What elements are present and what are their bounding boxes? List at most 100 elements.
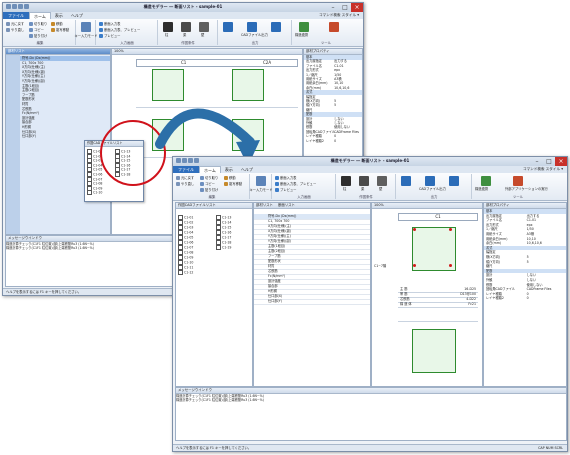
- cut-button[interactable]: 切り取り: [29, 22, 47, 26]
- column-section-c1-lower[interactable]: [412, 329, 456, 373]
- external-app-icon[interactable]: [329, 22, 339, 32]
- checkbox-icon[interactable]: [178, 235, 183, 240]
- menu-file[interactable]: ファイル: [173, 166, 199, 173]
- cad-file-item[interactable]: C1-14: [216, 220, 252, 225]
- checkbox-icon[interactable]: [216, 215, 221, 220]
- tab-member-list[interactable]: 部材リスト: [256, 203, 273, 208]
- cad-file-item[interactable]: C1-10: [87, 190, 115, 195]
- preview-button[interactable]: プレビュー: [99, 34, 120, 38]
- move-button[interactable]: 移動: [51, 22, 63, 26]
- menu-help[interactable]: ヘルプ: [67, 12, 87, 19]
- menu-help[interactable]: ヘルプ: [237, 166, 257, 173]
- minimize-icon[interactable]: –: [327, 3, 339, 12]
- cad-file-item[interactable]: C1-11: [178, 265, 214, 270]
- close-icon[interactable]: ×: [555, 157, 567, 166]
- copy-button[interactable]: コピー: [29, 28, 44, 32]
- cad-file-item[interactable]: C1-16: [216, 230, 252, 235]
- cad-file-item[interactable]: C1-17: [216, 235, 252, 240]
- tree-row[interactable]: 仕口部(Y): [20, 134, 110, 139]
- maximize-icon[interactable]: □: [339, 3, 351, 12]
- cad-file-icon[interactable]: [425, 176, 435, 186]
- checkbox-icon[interactable]: [178, 240, 183, 245]
- checkbox-icon[interactable]: [216, 245, 221, 250]
- input-table-button[interactable]: 断面入力表: [275, 176, 296, 180]
- window-controls[interactable]: – □ ×: [531, 157, 567, 166]
- wall-icon[interactable]: [199, 22, 209, 32]
- undo-button[interactable]: 元に戻す: [6, 22, 24, 26]
- checkbox-icon[interactable]: [178, 225, 183, 230]
- table-row[interactable]: 仕口部(Y): [254, 299, 370, 305]
- checkbox-icon[interactable]: [87, 190, 92, 195]
- checkbox-icon[interactable]: [216, 235, 221, 240]
- checkbox-icon[interactable]: [178, 260, 183, 265]
- cad-file-item[interactable]: C1-09: [178, 255, 214, 260]
- checkbox-icon[interactable]: [178, 265, 183, 270]
- checkbox-icon[interactable]: [178, 250, 183, 255]
- cad-file-item[interactable]: C1-13: [216, 215, 252, 220]
- preview-button[interactable]: プレビュー: [275, 188, 296, 192]
- menu-view[interactable]: 表示: [221, 166, 237, 173]
- input-list-preview-button[interactable]: 断面入力表、プレビュー: [275, 182, 316, 186]
- copy-move-button[interactable]: 複写移動: [51, 28, 69, 32]
- maximize-icon[interactable]: □: [543, 157, 555, 166]
- property-value[interactable]: 0: [334, 139, 336, 144]
- window-controls[interactable]: – □ ×: [327, 3, 363, 12]
- beam-icon[interactable]: [359, 176, 369, 186]
- external-app-icon[interactable]: [513, 176, 523, 186]
- checkbox-icon[interactable]: [178, 245, 183, 250]
- cad-file-item[interactable]: C1-19: [216, 245, 252, 250]
- checkbox-icon[interactable]: [216, 230, 221, 235]
- property-row[interactable]: レイヤ種類2 0: [304, 139, 362, 144]
- cad-file-item[interactable]: C1-05: [178, 235, 214, 240]
- column-icon[interactable]: [341, 176, 351, 186]
- cad-file-item[interactable]: C1-12: [178, 270, 214, 275]
- cad-file-icon[interactable]: [247, 22, 257, 32]
- cad-file-item[interactable]: C1-07: [178, 245, 214, 250]
- tab-section-list[interactable]: 断面リスト: [278, 203, 295, 208]
- menu-home[interactable]: ホーム: [199, 166, 221, 173]
- command-search[interactable]: コマンド検索 スタイル ▾: [523, 167, 567, 172]
- checkbox-icon[interactable]: [216, 220, 221, 225]
- key-input-icon[interactable]: [81, 22, 91, 32]
- checkbox-icon[interactable]: [216, 225, 221, 230]
- cad-file-item[interactable]: C1-06: [178, 240, 214, 245]
- cad-file-item[interactable]: C1-18: [216, 240, 252, 245]
- redo-button[interactable]: やり直し: [176, 182, 194, 186]
- checkbox-icon[interactable]: [178, 215, 183, 220]
- menu-file[interactable]: ファイル: [3, 12, 29, 19]
- link-icon[interactable]: [299, 22, 309, 32]
- input-table-button[interactable]: 断面入力表: [99, 22, 120, 26]
- checkbox-icon[interactable]: [178, 270, 183, 275]
- column-icon[interactable]: [163, 22, 173, 32]
- paste-special-button[interactable]: 貼り付け: [200, 188, 218, 192]
- checkbox-icon[interactable]: [178, 230, 183, 235]
- redo-button[interactable]: やり直し: [6, 28, 24, 32]
- cad-file-item[interactable]: C1-15: [216, 225, 252, 230]
- close-icon[interactable]: ×: [351, 3, 363, 12]
- menu-view[interactable]: 表示: [51, 12, 67, 19]
- cad-file-item[interactable]: C1-02: [178, 220, 214, 225]
- cad-file-item[interactable]: C1-03: [178, 225, 214, 230]
- cad-file-item[interactable]: C1-10: [178, 260, 214, 265]
- output-browser-icon[interactable]: [271, 22, 281, 32]
- tab-member-list[interactable]: 部材リスト: [8, 49, 25, 53]
- input-list-preview-button[interactable]: 断面入力表、プレビュー: [99, 28, 140, 32]
- copy-move-button[interactable]: 複写移動: [224, 182, 242, 186]
- checkbox-icon[interactable]: [178, 220, 183, 225]
- zoom-level[interactable]: 100%: [374, 203, 384, 207]
- paste-special-button[interactable]: 貼り付け: [29, 34, 47, 38]
- property-row[interactable]: レイヤ種類2 0: [484, 296, 566, 301]
- cad-file-item[interactable]: C1-01: [178, 215, 214, 220]
- output-icon[interactable]: [401, 176, 411, 186]
- wall-icon[interactable]: [377, 176, 387, 186]
- cut-button[interactable]: 切り取り: [200, 176, 218, 180]
- beam-icon[interactable]: [181, 22, 191, 32]
- cad-file-item[interactable]: C1-08: [178, 250, 214, 255]
- cad-file-item[interactable]: C1-04: [178, 230, 214, 235]
- property-value[interactable]: 0: [527, 296, 529, 301]
- checkbox-icon[interactable]: [216, 240, 221, 245]
- zoom-level[interactable]: 100%: [114, 49, 124, 53]
- move-button[interactable]: 移動: [224, 176, 236, 180]
- link-icon[interactable]: [481, 176, 491, 186]
- key-input-icon[interactable]: [256, 176, 266, 186]
